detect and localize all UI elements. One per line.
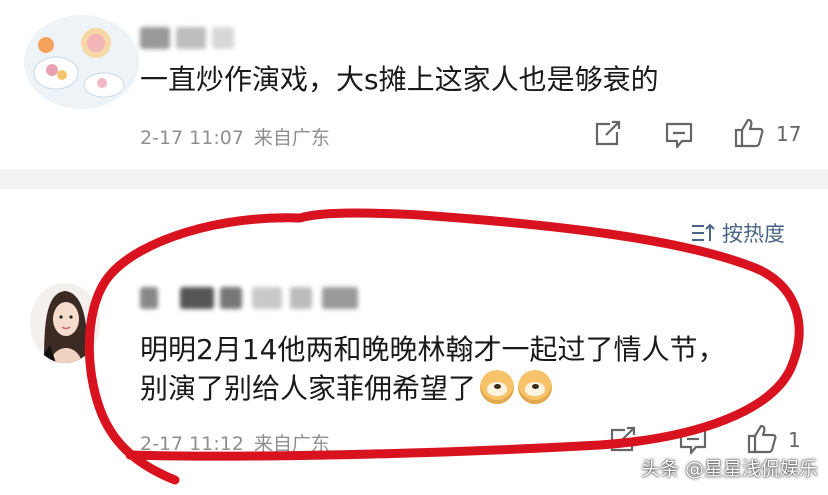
share-icon[interactable] (608, 426, 638, 458)
comment-location: 来自广东 (253, 433, 330, 455)
comment-text-line1: 明明2月14他两和晚晚林翰才一起过了情人节， (140, 333, 726, 366)
comment-text-line2: 别演了别给人家菲佣希望了 (140, 370, 553, 407)
sort-by-hot-button[interactable]: 按热度 (690, 218, 785, 248)
section-divider (0, 169, 828, 189)
comment-meta: 2-17 11:12 来自广东 (140, 429, 330, 456)
comment-text-line2-content: 别演了别给人家菲佣希望了 (140, 372, 477, 405)
like-count: 1 (788, 428, 801, 452)
share-icon[interactable] (593, 120, 623, 152)
comment-time: 2-17 11:07 (140, 127, 244, 149)
sort-label: 按热度 (722, 222, 785, 246)
avatar-image (30, 283, 100, 363)
doge-emoji-icon (480, 370, 515, 404)
like-icon[interactable] (733, 117, 765, 153)
comment-time: 2-17 11:12 (140, 433, 244, 455)
doge-emoji-icon (518, 370, 553, 404)
like-count: 17 (776, 122, 802, 146)
username-blurred[interactable] (140, 27, 250, 49)
comment-text: 一直炒作演戏，大s摊上这家人也是够衰的 (140, 63, 659, 96)
avatar[interactable] (24, 15, 139, 109)
sort-icon (692, 223, 715, 241)
avatar[interactable] (30, 283, 100, 363)
avatar-image (24, 15, 139, 109)
comment-meta: 2-17 11:07 来自广东 (140, 123, 330, 150)
watermark: 头条 @星星浅侃娱乐 (640, 458, 818, 480)
username-blurred[interactable] (140, 287, 360, 309)
comment-location: 来自广东 (253, 127, 330, 149)
comment-icon[interactable] (664, 120, 694, 154)
